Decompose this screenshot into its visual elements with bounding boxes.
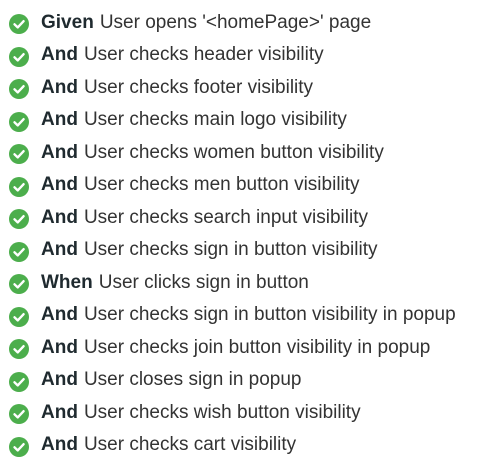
- step-row[interactable]: And User checks join button visibility i…: [9, 331, 499, 364]
- step-text: User checks join button visibility in po…: [84, 338, 430, 357]
- step-text: User checks sign in button visibility: [84, 240, 378, 259]
- step-row[interactable]: And User checks men button visibility: [9, 169, 499, 202]
- check-circle-icon: [9, 339, 29, 359]
- step-row[interactable]: And User checks cart visibility: [9, 429, 499, 461]
- step-text: User clicks sign in button: [99, 273, 309, 292]
- step-keyword: And: [41, 240, 78, 259]
- step-keyword: And: [41, 208, 78, 227]
- step-row[interactable]: And User checks footer visibility: [9, 71, 499, 104]
- check-circle-icon: [9, 242, 29, 262]
- step-keyword: And: [41, 338, 78, 357]
- step-row[interactable]: And User checks sign in button visibilit…: [9, 234, 499, 267]
- step-keyword: And: [41, 143, 78, 162]
- step-keyword: And: [41, 45, 78, 64]
- step-text: User opens '<homePage>' page: [100, 13, 371, 32]
- step-text: User checks main logo visibility: [84, 110, 347, 129]
- check-circle-icon: [9, 47, 29, 67]
- step-keyword: And: [41, 403, 78, 422]
- check-circle-icon: [9, 307, 29, 327]
- check-circle-icon: [9, 404, 29, 424]
- check-circle-icon: [9, 177, 29, 197]
- check-circle-icon: [9, 209, 29, 229]
- check-circle-icon: [9, 144, 29, 164]
- check-circle-icon: [9, 112, 29, 132]
- step-text: User checks search input visibility: [84, 208, 368, 227]
- scenario-steps-list: Given User opens '<homePage>' page And U…: [0, 0, 499, 461]
- step-row[interactable]: And User closes sign in popup: [9, 364, 499, 397]
- step-keyword: And: [41, 370, 78, 389]
- step-text: User checks sign in button visibility in…: [84, 305, 456, 324]
- step-keyword: And: [41, 78, 78, 97]
- step-row[interactable]: And User checks sign in button visibilit…: [9, 299, 499, 332]
- step-text: User checks header visibility: [84, 45, 324, 64]
- step-text: User checks wish button visibility: [84, 403, 361, 422]
- step-keyword: When: [41, 273, 93, 292]
- step-keyword: And: [41, 305, 78, 324]
- step-row[interactable]: And User checks main logo visibility: [9, 104, 499, 137]
- check-circle-icon: [9, 14, 29, 34]
- step-row[interactable]: And User checks header visibility: [9, 39, 499, 72]
- step-row[interactable]: When User clicks sign in button: [9, 266, 499, 299]
- step-keyword: And: [41, 175, 78, 194]
- step-text: User checks cart visibility: [84, 435, 296, 454]
- step-row[interactable]: And User checks search input visibility: [9, 201, 499, 234]
- step-text: User closes sign in popup: [84, 370, 302, 389]
- step-keyword: Given: [41, 13, 94, 32]
- check-circle-icon: [9, 437, 29, 457]
- check-circle-icon: [9, 372, 29, 392]
- check-circle-icon: [9, 274, 29, 294]
- step-text: User checks footer visibility: [84, 78, 313, 97]
- step-text: User checks women button visibility: [84, 143, 384, 162]
- step-keyword: And: [41, 110, 78, 129]
- check-circle-icon: [9, 79, 29, 99]
- step-keyword: And: [41, 435, 78, 454]
- step-row[interactable]: And User checks wish button visibility: [9, 396, 499, 429]
- step-row[interactable]: Given User opens '<homePage>' page: [9, 6, 499, 39]
- step-text: User checks men button visibility: [84, 175, 360, 194]
- step-row[interactable]: And User checks women button visibility: [9, 136, 499, 169]
